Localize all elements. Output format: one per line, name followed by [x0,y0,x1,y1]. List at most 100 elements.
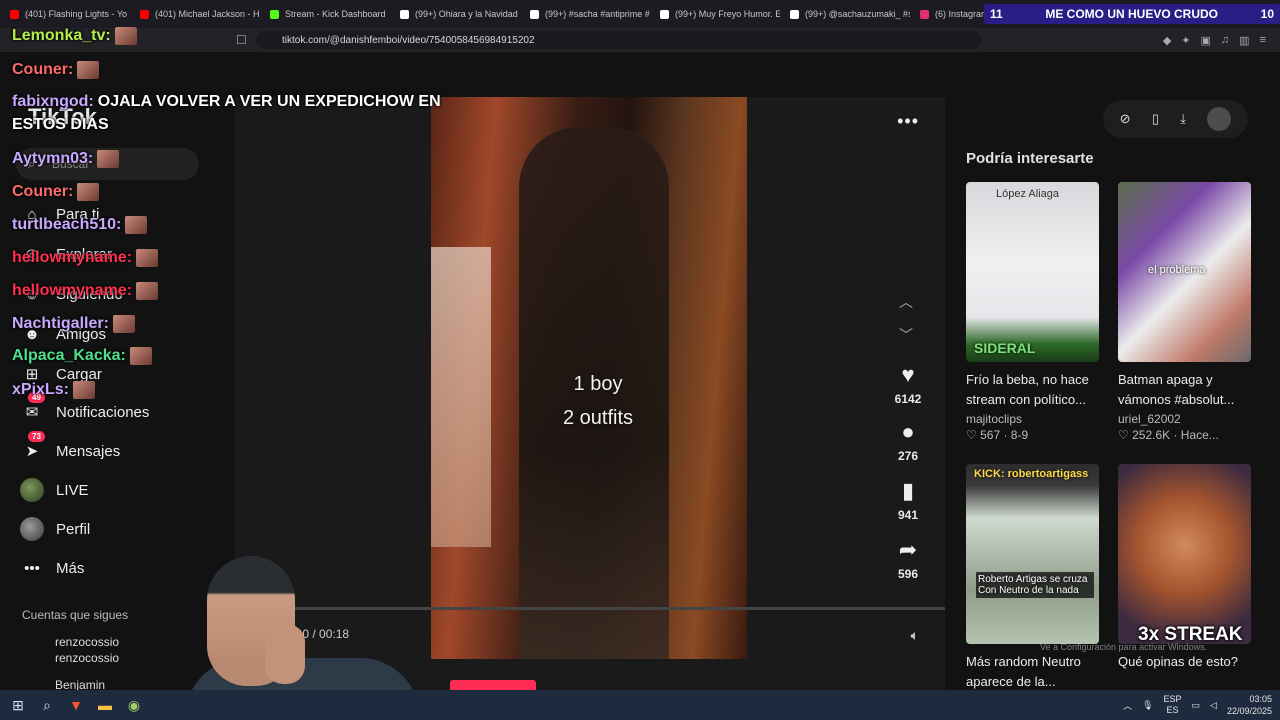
heart-action[interactable]: ♥ 6142 [885,362,931,406]
url-text: tiktok.com/@danishfemboi/video/754005845… [282,34,535,46]
extension-icon[interactable]: ◆ [1163,34,1171,47]
thumbnail-text: KICK: robertoartigass [974,468,1089,480]
windows-start-icon[interactable]: ⊞ [7,694,29,716]
browser-tab[interactable]: (99+) Ohiara y la Navidad× [390,0,520,28]
tab-title: Stream - Kick Dashboard [285,9,386,19]
taskbar-search-icon[interactable]: ⌕ [36,694,58,716]
sidebar-item[interactable]: ••• Más [20,553,84,583]
brave-browser-icon[interactable]: ▼ [65,694,87,716]
following-name: renzocossio [55,635,120,649]
sidebar-item[interactable]: LIVE [20,475,89,505]
video-caption: 1 boy 2 outfits [431,367,747,435]
tab-title: (99+) #sacha #antiprime # [545,9,650,19]
chat-message: hellowmyname: [12,282,159,300]
video-title[interactable]: Batman apaga y vámonos #absolut... [1118,370,1251,410]
caption-line-1: 1 boy [573,373,623,395]
sidebar-item[interactable]: ➤ 73 Mensajes [20,431,120,466]
video-title[interactable]: Más random Neutro aparece de la... [966,652,1099,692]
keyboard-language[interactable]: ESP ES [1164,694,1182,716]
recommended-video-card[interactable]: KICK: robertoartigass Roberto Artigas se … [966,464,1099,692]
next-video-icon[interactable]: ﹀ [899,325,913,345]
thumbnail-text: el problema [1148,264,1206,276]
top-right-toolbar: ⊘ ▯ ⤓ [1103,100,1248,138]
chat-username: Lemonka_tv: [12,27,111,44]
sidebar-item-label: LIVE [56,481,89,499]
following-handle: renzocossio [55,651,120,665]
video-title[interactable]: Qué opinas de esto? [1118,652,1251,672]
browser-tab[interactable]: Stream - Kick Dashboard× [260,0,390,28]
sidebar-item[interactable]: ✉ 49 Notificaciones [20,392,149,427]
video-thumbnail[interactable]: KICK: robertoartigass Roberto Artigas se … [966,464,1099,644]
app-icon[interactable]: ◉ [123,694,145,716]
video-thumbnail[interactable]: SIDERAL López Aliaga [966,182,1099,362]
browser-tab[interactable]: (99+) Muy Freyo Humor. E× [650,0,780,28]
messages-icon: ➤ 73 [20,431,45,463]
lang-top: ESP [1163,694,1182,704]
wallet-icon[interactable]: ▣ [1201,34,1211,47]
emote-icon [77,183,100,201]
sidebar-item[interactable]: Perfil [20,514,90,544]
tray-chevron-icon[interactable]: ︿ [1123,699,1132,712]
sidebar-toggle-icon[interactable]: ▥ [1239,34,1249,47]
video-thumbnail[interactable] [1118,464,1251,644]
device-icon[interactable]: ▯ [1152,111,1159,127]
file-explorer-icon[interactable]: ▬ [94,694,116,716]
more-options-icon[interactable]: ••• [897,111,919,132]
tab-title: (401) Flashing Lights - Yo [25,9,128,19]
recommended-video-card[interactable]: el problema Batman apaga y vámonos #absol… [1118,182,1251,442]
puzzle-icon[interactable]: ✦ [1181,34,1190,47]
bookmark-action[interactable]: ▮ 941 [885,478,931,522]
tab-title: (99+) @sachauzumaki_ #s [805,9,910,19]
follow-button[interactable] [450,680,536,690]
share-icon: ➦ [898,537,918,562]
notification-badge: 73 [28,431,45,442]
system-clock[interactable]: 03:05 22/09/2025 [1227,693,1272,717]
browser-tab[interactable]: (401) Flashing Lights - Yo× [0,0,130,28]
chat-username: Aytymn03: [12,150,94,167]
microphone-icon[interactable]: 🎙︎ [1142,700,1153,711]
goal-left-number: 11 [990,7,1003,21]
bookmark-page-icon[interactable]: ☐ [236,33,247,47]
chat-username: hellowmyname: [12,249,133,266]
tab-favicon-icon [530,9,539,19]
music-icon[interactable]: ♫ [1221,34,1229,47]
share-action[interactable]: ➦ 596 [885,537,931,581]
menu-icon[interactable]: ≡ [1260,34,1266,47]
video-author[interactable]: uriel_62002 [1118,412,1251,426]
video-author[interactable]: majitoclips [966,412,1099,426]
following-section-title: Cuentas que sigues [22,608,129,622]
url-field[interactable]: tiktok.com/@danishfemboi/video/754005845… [256,31,982,49]
volume-icon[interactable]: 🔈︎ [911,627,919,644]
volume-tray-icon[interactable]: ◁ [1210,700,1217,711]
video-player[interactable]: 1 boy 2 outfits [431,97,747,659]
chat-message: hellowmyname: [12,249,159,267]
tab-favicon-icon [400,9,409,19]
coin-icon[interactable]: ⊘ [1120,111,1131,127]
browser-extensions: ◆ ✦ ▣ ♫ ▥ ≡ [1163,34,1266,47]
video-thumbnail[interactable]: el problema [1118,182,1251,362]
chat-username: Alpaca_Kacka: [12,347,126,364]
sidebar-item-label: Más [56,559,85,577]
emote-icon [97,150,120,168]
network-icon[interactable]: ▭ [1192,700,1201,711]
browser-tab[interactable]: (99+) @sachauzumaki_ #s× [780,0,910,28]
user-avatar[interactable] [1207,107,1232,131]
browser-tab[interactable]: (99+) #sacha #antiprime #× [520,0,650,28]
chat-message: ESTOS DIAS [12,116,109,134]
recommended-video-card[interactable]: SIDERAL López Aliaga Frío la beba, no hace… [966,182,1099,442]
download-icon[interactable]: ⤓ [1180,111,1186,127]
comment-action[interactable]: ● 276 [885,419,931,463]
webcam-hand [265,624,305,684]
video-title[interactable]: Frío la beba, no hace stream con polític… [966,370,1099,410]
following-account[interactable]: renzocossio renzocossio [55,634,119,666]
emote-icon [136,282,159,300]
chat-message: Nachtigaller: [12,315,135,333]
chat-text: ESTOS DIAS [12,116,109,133]
sidebar-item-label: Cargar [56,365,102,383]
tab-title: (6) Instagram [935,9,989,19]
previous-video-icon[interactable]: ︿ [899,292,913,312]
chat-text: OJALA VOLVER A VER UN EXPEDICHOW EN [97,93,441,110]
clock-time: 03:05 [1249,694,1272,704]
clock-date: 22/09/2025 [1226,706,1272,716]
browser-tab[interactable]: (401) Michael Jackson - H× [130,0,260,28]
